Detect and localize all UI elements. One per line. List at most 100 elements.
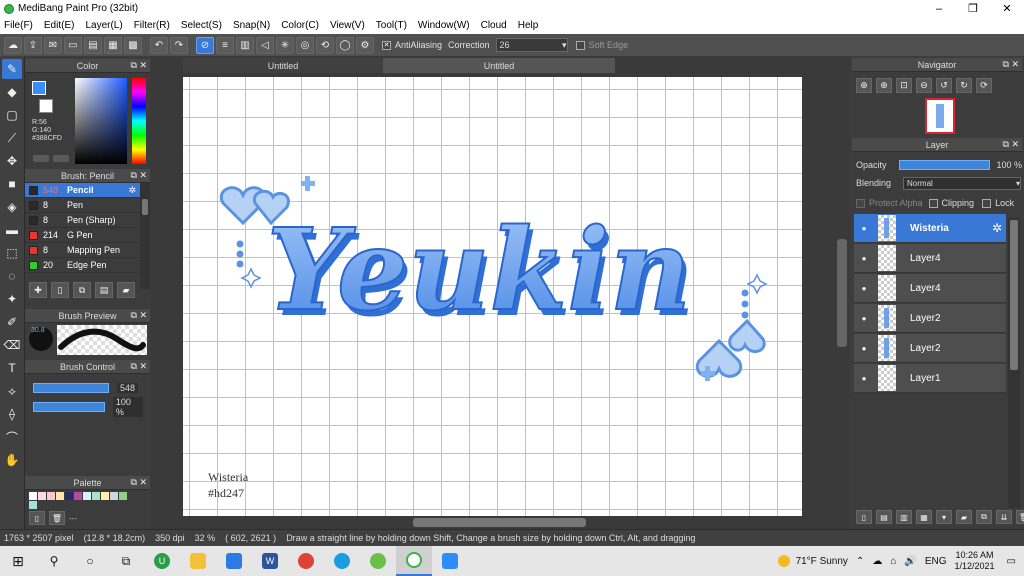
layer-item-layer1[interactable]: ● Layer1 <box>854 364 1006 393</box>
brush-opacity-control[interactable]: 100 % <box>33 397 143 417</box>
restore-button[interactable]: ❐ <box>956 0 990 17</box>
upload-icon[interactable]: ⇪ <box>24 36 42 54</box>
document-icon[interactable]: ▤ <box>84 36 102 54</box>
pen-edit-tool-icon[interactable]: ⌒ <box>2 427 22 447</box>
menu-file[interactable]: File(F) <box>4 20 33 31</box>
new-1bit-layer-icon[interactable]: ▦ <box>916 510 932 524</box>
grid-icon[interactable]: ▩ <box>124 36 142 54</box>
circle-snap-icon[interactable]: ◎ <box>296 36 314 54</box>
rectangle-tool-icon[interactable]: ▢ <box>2 105 22 125</box>
taskbar-app-green[interactable] <box>360 546 396 576</box>
menu-snap[interactable]: Snap(N) <box>233 20 270 31</box>
select-tool-icon[interactable]: ⬚ <box>2 243 22 263</box>
language-indicator[interactable]: ENG <box>925 556 947 567</box>
cloud-tray-icon[interactable]: ☁ <box>872 556 882 567</box>
snap-off-icon[interactable]: ⊘ <box>196 36 214 54</box>
visibility-icon[interactable]: ● <box>858 342 870 354</box>
undo-icon[interactable]: ↶ <box>150 36 168 54</box>
curve-snap-icon[interactable]: ⟲ <box>316 36 334 54</box>
brush-item-g-pen[interactable]: 214 G Pen <box>25 228 150 243</box>
palette-swatch[interactable] <box>119 492 127 500</box>
layer-item-layer4[interactable]: ● Layer4 <box>854 274 1006 303</box>
layer-list-scrollbar[interactable] <box>1008 218 1020 508</box>
gear-icon[interactable]: ✲ <box>992 221 1002 235</box>
palette-swatch[interactable] <box>65 492 73 500</box>
chevron-up-icon[interactable]: ⌃ <box>856 556 864 567</box>
background-color-swatch[interactable] <box>39 99 53 113</box>
foreground-color-swatch[interactable] <box>32 81 46 95</box>
visibility-icon[interactable]: ● <box>858 252 870 264</box>
zoom-in-2-icon[interactable]: ⊕ <box>876 78 892 93</box>
brush-copy-icon[interactable]: ⧉ <box>73 282 91 298</box>
palette-swatch[interactable] <box>56 492 64 500</box>
brush-opacity-slider[interactable] <box>33 402 105 412</box>
color-swatches[interactable] <box>29 79 59 119</box>
palette-swatch[interactable] <box>74 492 82 500</box>
taskbar-explorer[interactable] <box>180 546 216 576</box>
palette-swatch[interactable] <box>110 492 118 500</box>
brush-folder-icon[interactable]: ▰ <box>117 282 135 298</box>
brush-item-mapping-pen[interactable]: 8 Mapping Pen <box>25 243 150 258</box>
palette-swatch[interactable] <box>101 492 109 500</box>
move-tool-icon[interactable]: ✥ <box>2 151 22 171</box>
menu-tool[interactable]: Tool(T) <box>376 20 407 31</box>
parallel-snap-icon[interactable]: ≡ <box>216 36 234 54</box>
menu-edit[interactable]: Edit(E) <box>44 20 75 31</box>
ellipse-snap-icon[interactable]: ◯ <box>336 36 354 54</box>
panel-close-icon[interactable]: ⧉ ✕ <box>131 60 147 71</box>
menu-color[interactable]: Color(C) <box>281 20 319 31</box>
panel-close-icon[interactable]: ⧉ ✕ <box>131 477 147 488</box>
minimize-button[interactable]: – <box>922 0 956 17</box>
visibility-icon[interactable]: ● <box>858 312 870 324</box>
new-halftone-layer-icon[interactable]: ▤ <box>876 510 892 524</box>
palette-delete-icon[interactable]: 🗑 <box>49 511 65 525</box>
redo-icon[interactable]: ↷ <box>170 36 188 54</box>
snap-settings-icon[interactable]: ⚙ <box>356 36 374 54</box>
antialiasing-checkbox[interactable]: ✕ <box>382 40 391 50</box>
brush-item-pen[interactable]: 8 Pen <box>25 198 150 213</box>
notification-icon[interactable]: ▭ <box>1007 556 1016 567</box>
clipping-checkbox[interactable] <box>928 198 938 208</box>
menu-window[interactable]: Window(W) <box>418 20 470 31</box>
correction-select[interactable]: 26 ▾ <box>495 38 568 52</box>
magic-wand-icon[interactable]: ✦ <box>2 289 22 309</box>
layout-icon[interactable]: ▦ <box>104 36 122 54</box>
network-icon[interactable]: ⌂ <box>890 556 896 567</box>
menu-filter[interactable]: Filter(R) <box>134 20 170 31</box>
layer-item-layer4[interactable]: ● Layer4 <box>854 244 1006 273</box>
palette-add-icon[interactable]: ▯ <box>29 511 45 525</box>
hue-slider[interactable] <box>132 78 146 164</box>
visibility-icon[interactable]: ● <box>858 282 870 294</box>
panel-close-icon[interactable]: ⧉ ✕ <box>1003 139 1019 150</box>
fill-rect-tool-icon[interactable]: ■ <box>2 174 22 194</box>
rotate-left-icon[interactable]: ↺ <box>936 78 952 93</box>
taskbar-word[interactable]: W <box>252 546 288 576</box>
bucket-tool-icon[interactable]: ◈ <box>2 197 22 217</box>
panel-close-icon[interactable]: ⧉ ✕ <box>131 170 147 181</box>
canvas-paper[interactable]: Yeukin Yeukin Wisteria #hd247 <box>183 77 802 516</box>
duplicate-layer-icon[interactable]: ⧉ <box>976 510 992 524</box>
taskbar-zoom[interactable] <box>432 546 468 576</box>
folder-icon[interactable]: ▰ <box>956 510 972 524</box>
palette-swatch[interactable] <box>29 501 37 509</box>
merge-layer-icon[interactable]: ⇊ <box>996 510 1012 524</box>
rotate-right-icon[interactable]: ↻ <box>956 78 972 93</box>
eraser-tool-icon[interactable]: ◆ <box>2 82 22 102</box>
taskbar-medibang[interactable] <box>396 546 432 576</box>
clock[interactable]: 10:26 AM 1/12/2021 <box>955 550 995 572</box>
canvas-horizontal-scrollbar[interactable] <box>150 516 850 529</box>
panel-close-icon[interactable]: ⧉ ✕ <box>1003 59 1019 70</box>
brush-add-icon[interactable]: ✚ <box>29 282 47 298</box>
brush-item-edge-pen[interactable]: 20 Edge Pen <box>25 258 150 273</box>
visibility-icon[interactable]: ● <box>858 372 870 384</box>
taskbar-app-u[interactable]: U <box>144 546 180 576</box>
eyedropper-tool-icon[interactable]: ⟠ <box>2 404 22 424</box>
visibility-icon[interactable]: ● <box>858 222 870 234</box>
taskbar-chrome[interactable] <box>288 546 324 576</box>
volume-icon[interactable]: 🔊 <box>904 556 916 567</box>
panel-close-icon[interactable]: ⧉ ✕ <box>131 310 147 321</box>
brush-size-control[interactable]: 548 <box>33 382 143 394</box>
blending-select[interactable]: Normal ▾ <box>903 176 1022 190</box>
panel-close-icon[interactable]: ⧉ ✕ <box>131 361 147 372</box>
reset-rotation-icon[interactable]: ⟳ <box>976 78 992 93</box>
